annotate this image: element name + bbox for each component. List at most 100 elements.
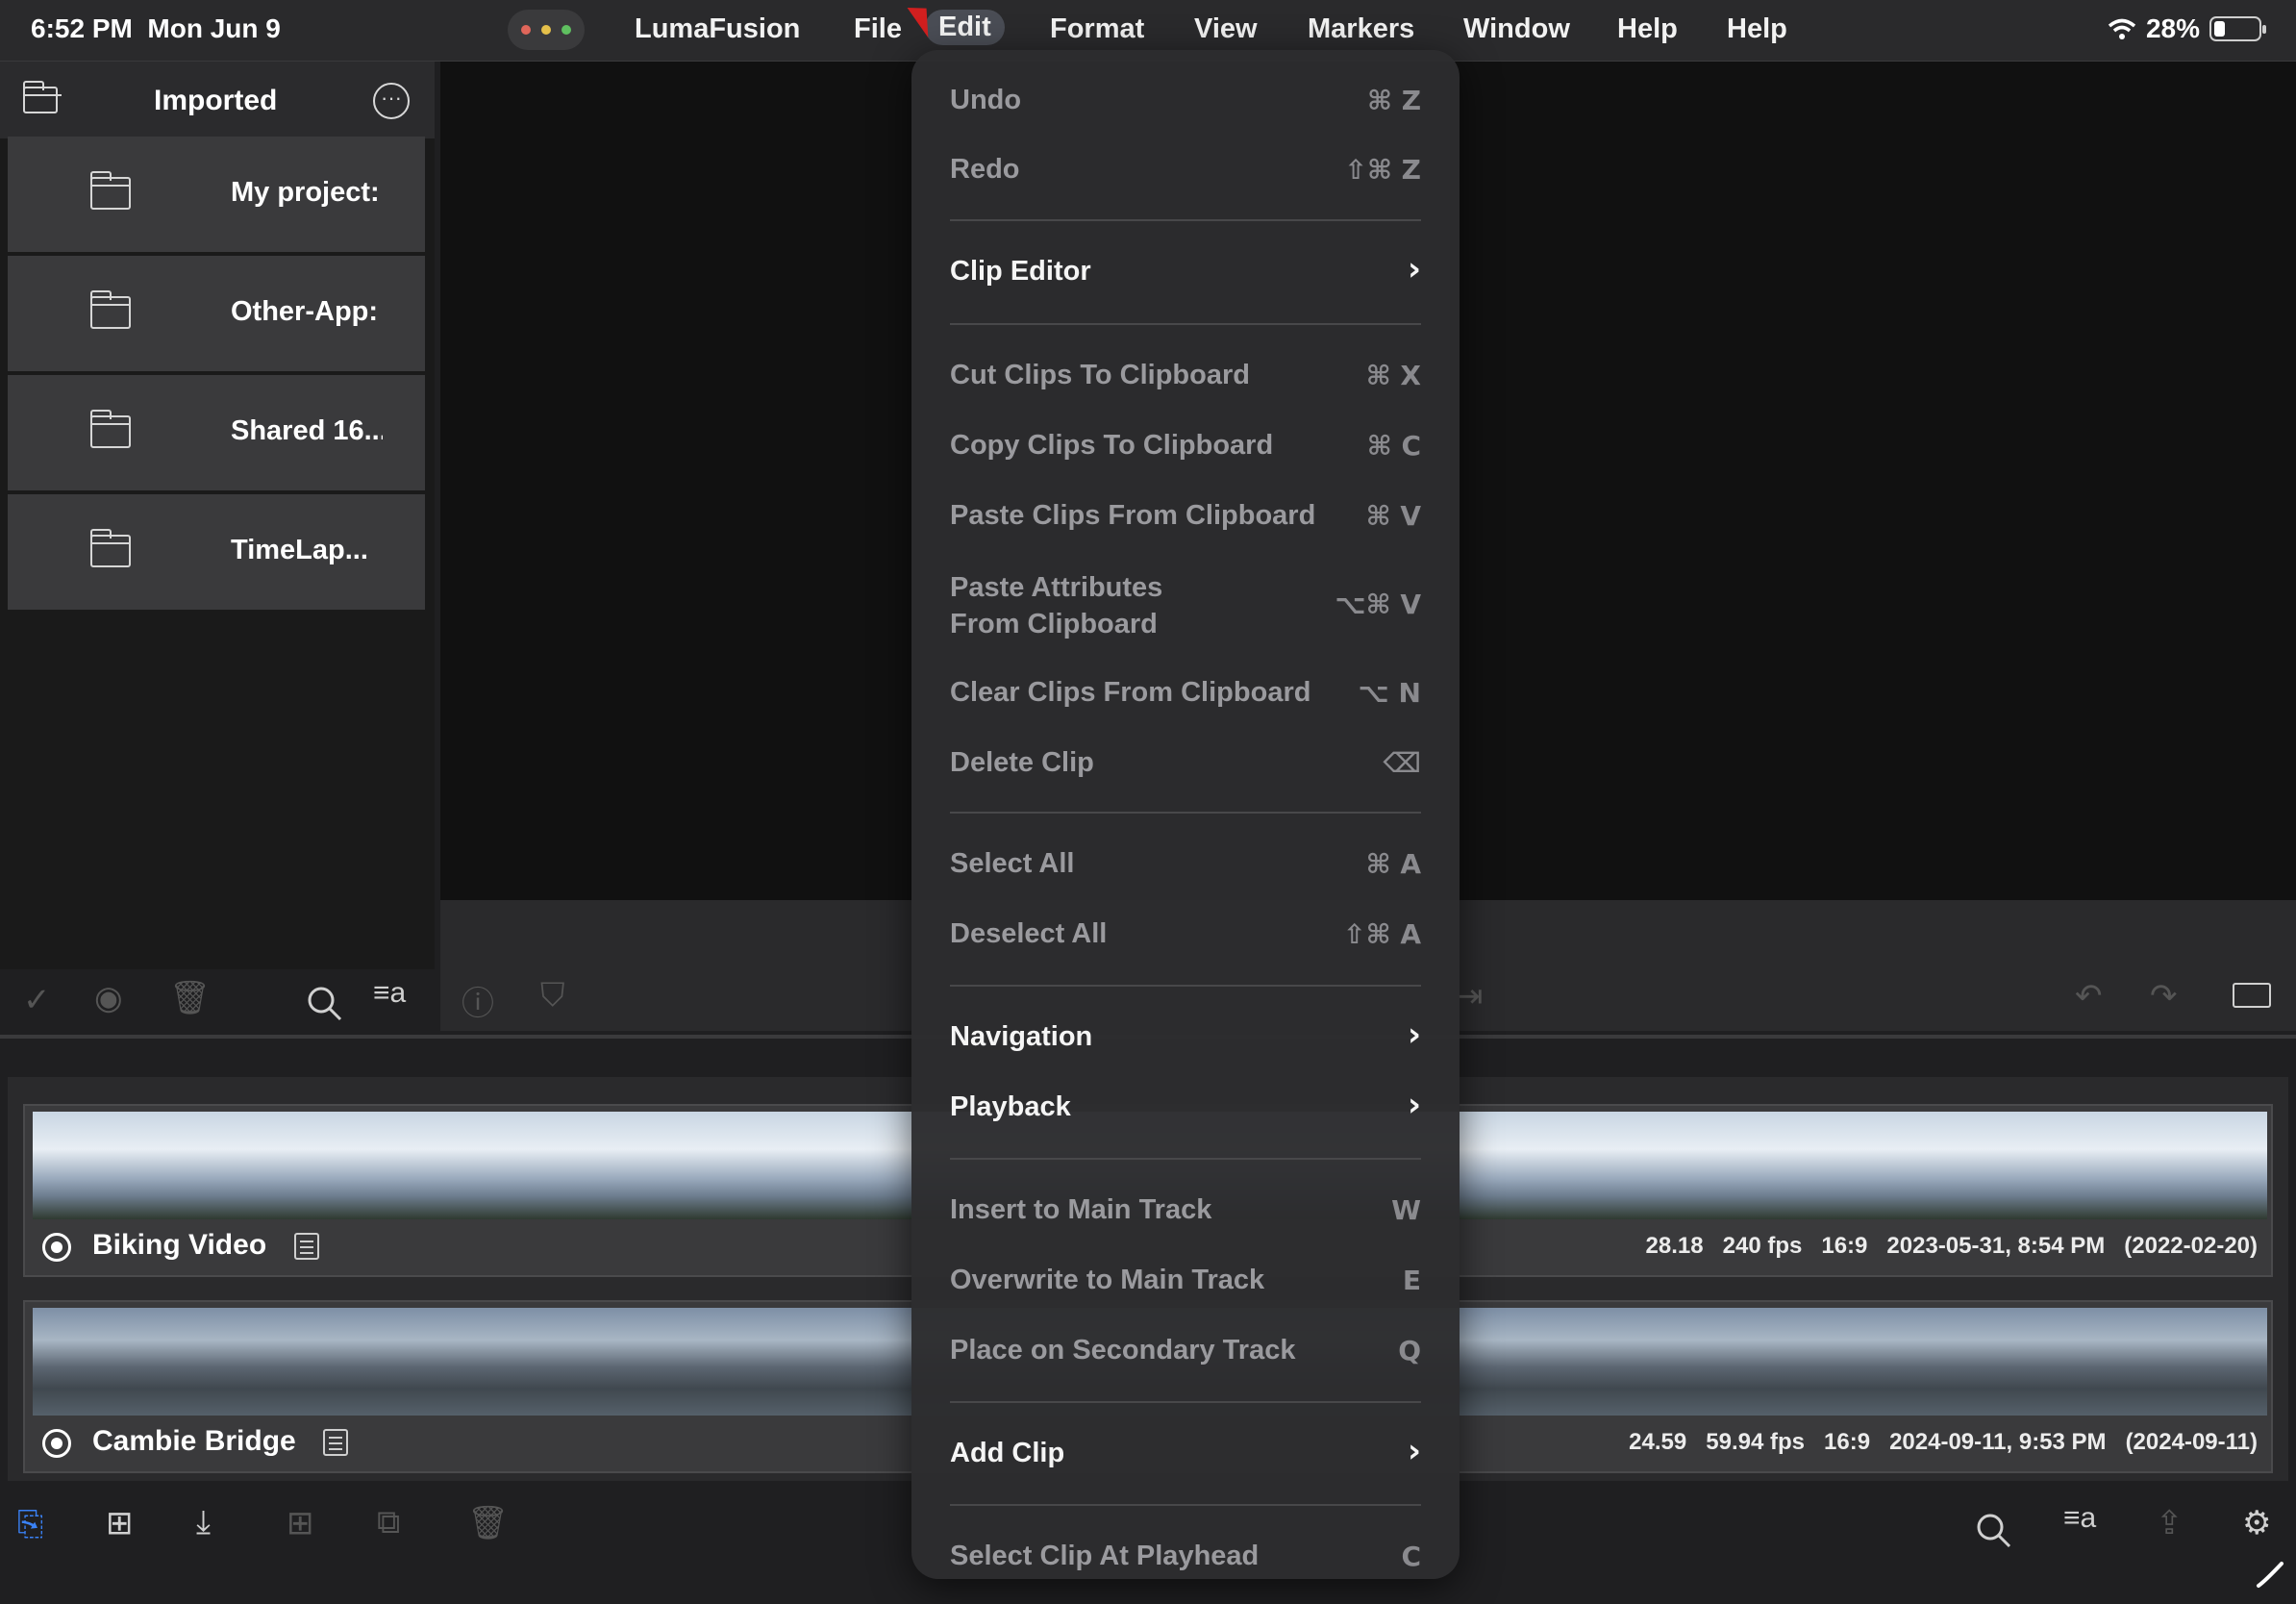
folder-icon[interactable] — [23, 81, 62, 113]
redo-icon[interactable]: ↷ — [2150, 977, 2178, 1015]
folder-row[interactable]: My project: — [8, 137, 425, 252]
import-list-icon[interactable]: ⎘ — [17, 1506, 43, 1543]
clock-date: Mon Jun 9 — [147, 13, 281, 43]
import-icon[interactable]: ⤓ — [196, 1504, 211, 1541]
settings-icon[interactable]: ⚙ — [2242, 1504, 2271, 1542]
folder-icon — [90, 529, 131, 567]
sort-icon[interactable]: ≡a — [373, 977, 406, 1010]
library-title: Imported — [154, 85, 278, 116]
clock-time: 6:52 PM — [31, 13, 133, 43]
menu-item-place-secondary[interactable]: Place on Secondary Track Q — [950, 1335, 1421, 1366]
notes-icon[interactable] — [323, 1429, 348, 1456]
clip-aspect: 16:9 — [1824, 1429, 1871, 1455]
library-toolbar: ✓ ◉ 🗑 ≡a — [0, 969, 435, 1031]
clip-metadata: 28.18 240 fps 16:9 2023-05-31, 8:54 PM (… — [1646, 1233, 2258, 1260]
menu-item-cut-clips[interactable]: Cut Clips To Clipboard ⌘ X — [950, 360, 1421, 391]
menu-item-add-clip[interactable]: Add Clip › — [950, 1432, 1421, 1470]
clip-fps: 240 fps — [1722, 1233, 1803, 1259]
folder-name: Other-App: — [231, 296, 379, 327]
clip-select-radio[interactable] — [42, 1429, 71, 1458]
app-window: 6:52 PM Mon Jun 9 LumaFusion File Edit F… — [0, 0, 2296, 1604]
zoom-dot-icon[interactable] — [562, 25, 571, 35]
add-icon[interactable]: ⊞ — [106, 1504, 134, 1542]
delete-key-icon: ⌫ — [1383, 747, 1421, 779]
menu-item-insert-main[interactable]: Insert to Main Track W — [950, 1194, 1421, 1226]
folder-name: Shared 16... — [231, 415, 383, 446]
menu-window[interactable]: Window — [1463, 13, 1570, 45]
shortcut-label: E — [1402, 1265, 1421, 1296]
menu-separator — [950, 219, 1421, 221]
folder-row[interactable]: TimeLap... — [8, 494, 425, 610]
shortcut-label: ⌘ X — [1365, 360, 1421, 391]
clip-duration: 28.18 — [1645, 1233, 1704, 1259]
menu-item-paste-attributes[interactable]: Paste Attributes From Clipboard ⌥⌘ V — [950, 569, 1421, 642]
folder-icon — [90, 290, 131, 329]
menu-item-select-all[interactable]: Select All ⌘ A — [950, 848, 1421, 880]
shortcut-label: ⇧⌘ Z — [1344, 154, 1422, 186]
menu-item-select-at-playhead[interactable]: Select Clip At Playhead C — [950, 1541, 1421, 1572]
clip-select-radio[interactable] — [42, 1233, 71, 1262]
marker-icon[interactable]: ⛉ — [540, 977, 565, 1015]
aspect-toggle-icon[interactable] — [2233, 983, 2271, 1008]
menu-separator — [950, 985, 1421, 987]
battery-percent: 28% — [2145, 13, 2200, 43]
status-right: 28% — [2108, 13, 2266, 44]
menu-file[interactable]: File — [854, 13, 902, 45]
trash-icon[interactable]: 🗑 — [467, 1504, 509, 1542]
minimize-dot-icon[interactable] — [541, 25, 551, 35]
menu-help-2[interactable]: Help — [1727, 13, 1787, 45]
pencil-icon[interactable] — [2256, 1560, 2284, 1589]
shortcut-label: W — [1391, 1194, 1421, 1226]
checkmark-icon[interactable]: ✓ — [23, 981, 51, 1019]
window-controls[interactable] — [508, 10, 585, 50]
status-time: 6:52 PM Mon Jun 9 — [31, 13, 281, 44]
menu-markers[interactable]: Markers — [1308, 13, 1414, 45]
clip-orig-date: (2024-09-11) — [2125, 1429, 2258, 1455]
notes-icon[interactable] — [294, 1233, 319, 1260]
close-dot-icon[interactable] — [521, 25, 531, 35]
menu-item-delete-clip[interactable]: Delete Clip ⌫ — [950, 747, 1421, 779]
info-icon[interactable]: ⓘ — [462, 977, 494, 1024]
search-icon[interactable] — [1975, 1512, 2013, 1550]
menu-separator — [950, 1504, 1421, 1506]
search-icon[interactable] — [306, 985, 344, 1023]
filter-icon[interactable]: ⧉ — [377, 1504, 400, 1541]
clip-fps: 59.94 fps — [1706, 1429, 1805, 1455]
share-icon[interactable]: ⇪ — [2156, 1504, 2184, 1542]
undo-icon[interactable]: ↶ — [2075, 977, 2103, 1015]
duplicate-icon[interactable]: ⊞ — [287, 1504, 314, 1542]
menu-item-clip-editor[interactable]: Clip Editor › — [950, 250, 1421, 288]
folder-name: TimeLap... — [231, 535, 368, 565]
menu-item-deselect-all[interactable]: Deselect All ⇧⌘ A — [950, 918, 1421, 950]
menu-format[interactable]: Format — [1050, 13, 1144, 45]
menu-item-redo[interactable]: Redo ⇧⌘ Z — [950, 154, 1421, 186]
clip-name: Cambie Bridge — [92, 1425, 296, 1457]
folder-row[interactable]: Shared 16... — [8, 375, 425, 490]
menu-separator — [950, 1401, 1421, 1403]
chevron-right-icon: › — [1407, 1086, 1421, 1124]
folder-icon — [90, 171, 131, 210]
sort-icon[interactable]: ≡a — [2063, 1502, 2096, 1535]
record-icon[interactable]: ◉ — [94, 979, 123, 1017]
menu-item-copy-clips[interactable]: Copy Clips To Clipboard ⌘ C — [950, 430, 1421, 462]
shortcut-label: ⌘ A — [1365, 848, 1421, 880]
menu-item-undo[interactable]: Undo ⌘ Z — [950, 85, 1421, 116]
menu-view[interactable]: View — [1194, 13, 1258, 45]
menu-item-overwrite-main[interactable]: Overwrite to Main Track E — [950, 1265, 1421, 1296]
more-icon[interactable]: ··· — [373, 83, 410, 119]
menu-item-playback[interactable]: Playback › — [950, 1086, 1421, 1124]
shortcut-label: C — [1401, 1541, 1421, 1572]
menu-item-navigation[interactable]: Navigation › — [950, 1015, 1421, 1054]
folder-row[interactable]: Other-App: — [8, 256, 425, 371]
app-menu[interactable]: LumaFusion — [635, 13, 800, 45]
menu-item-clear-clips[interactable]: Clear Clips From Clipboard ⌥ N — [950, 677, 1421, 709]
menu-help[interactable]: Help — [1617, 13, 1678, 45]
folder-name: My project: — [231, 177, 380, 208]
menu-item-paste-clips[interactable]: Paste Clips From Clipboard ⌘ V — [950, 500, 1421, 532]
shortcut-label: ⌥⌘ V — [1335, 589, 1421, 620]
skip-end-icon[interactable]: ⇥ — [1456, 977, 1484, 1015]
shortcut-label: ⌥ N — [1358, 677, 1421, 709]
trash-icon[interactable]: 🗑 — [169, 979, 211, 1017]
edit-dropdown-menu: Undo ⌘ Z Redo ⇧⌘ Z Clip Editor › Cut Clips … — [911, 50, 1460, 1579]
battery-icon — [2209, 16, 2266, 41]
